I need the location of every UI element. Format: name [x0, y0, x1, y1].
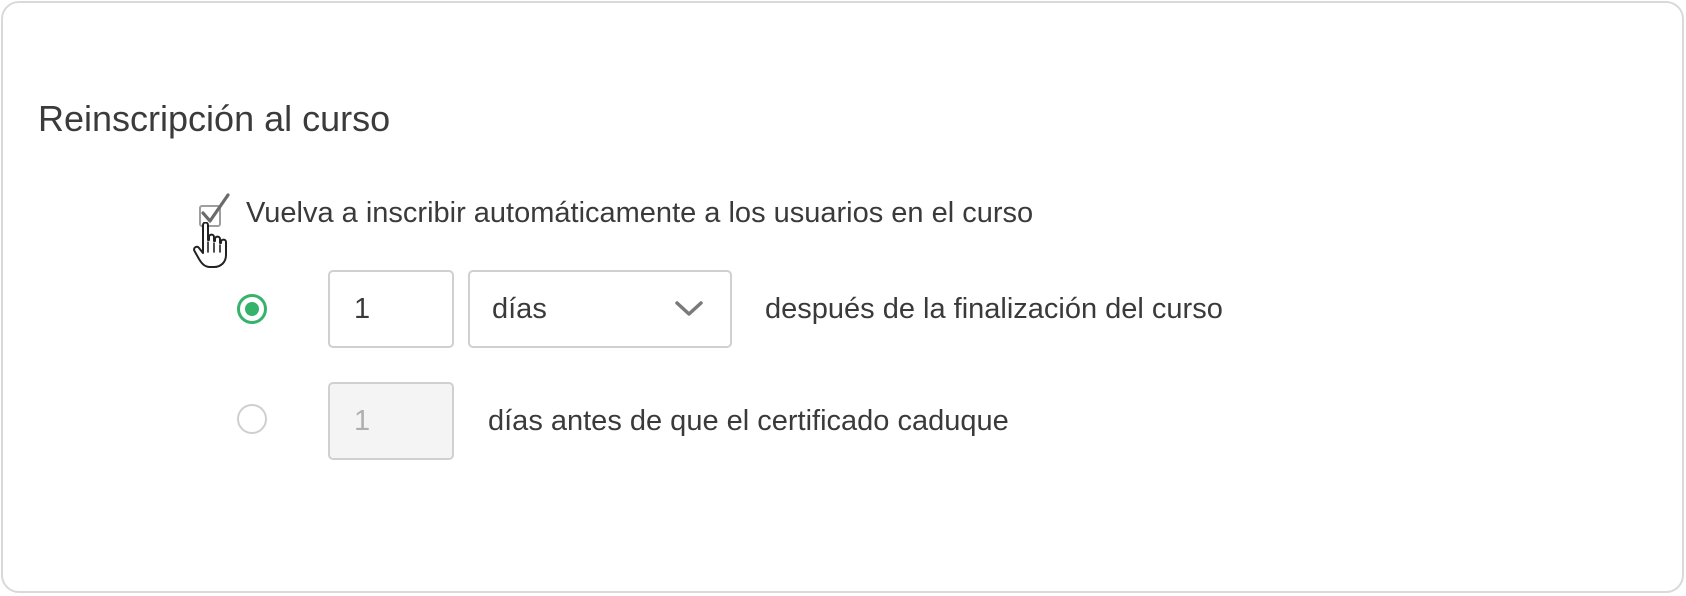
radio-before-expiry[interactable]: [237, 404, 267, 434]
auto-reenroll-label[interactable]: Vuelva a inscribir automáticamente a los…: [246, 193, 1033, 233]
after-completion-amount-input[interactable]: 1: [328, 270, 454, 348]
radio-after-completion[interactable]: [237, 294, 267, 324]
before-expiry-amount-input: 1: [328, 382, 454, 460]
unit-dropdown-value: días: [492, 293, 547, 325]
before-expiry-label: días antes de que el certificado caduque: [488, 405, 1009, 437]
unit-dropdown[interactable]: días: [468, 270, 732, 348]
hand-pointer-icon: [193, 222, 227, 268]
reenrollment-panel: Reinscripción al curso Vuelva a inscribi…: [1, 1, 1684, 593]
section-title: Reinscripción al curso: [38, 98, 391, 139]
chevron-down-icon: [675, 301, 703, 316]
after-completion-label: después de la finalización del curso: [765, 293, 1223, 325]
